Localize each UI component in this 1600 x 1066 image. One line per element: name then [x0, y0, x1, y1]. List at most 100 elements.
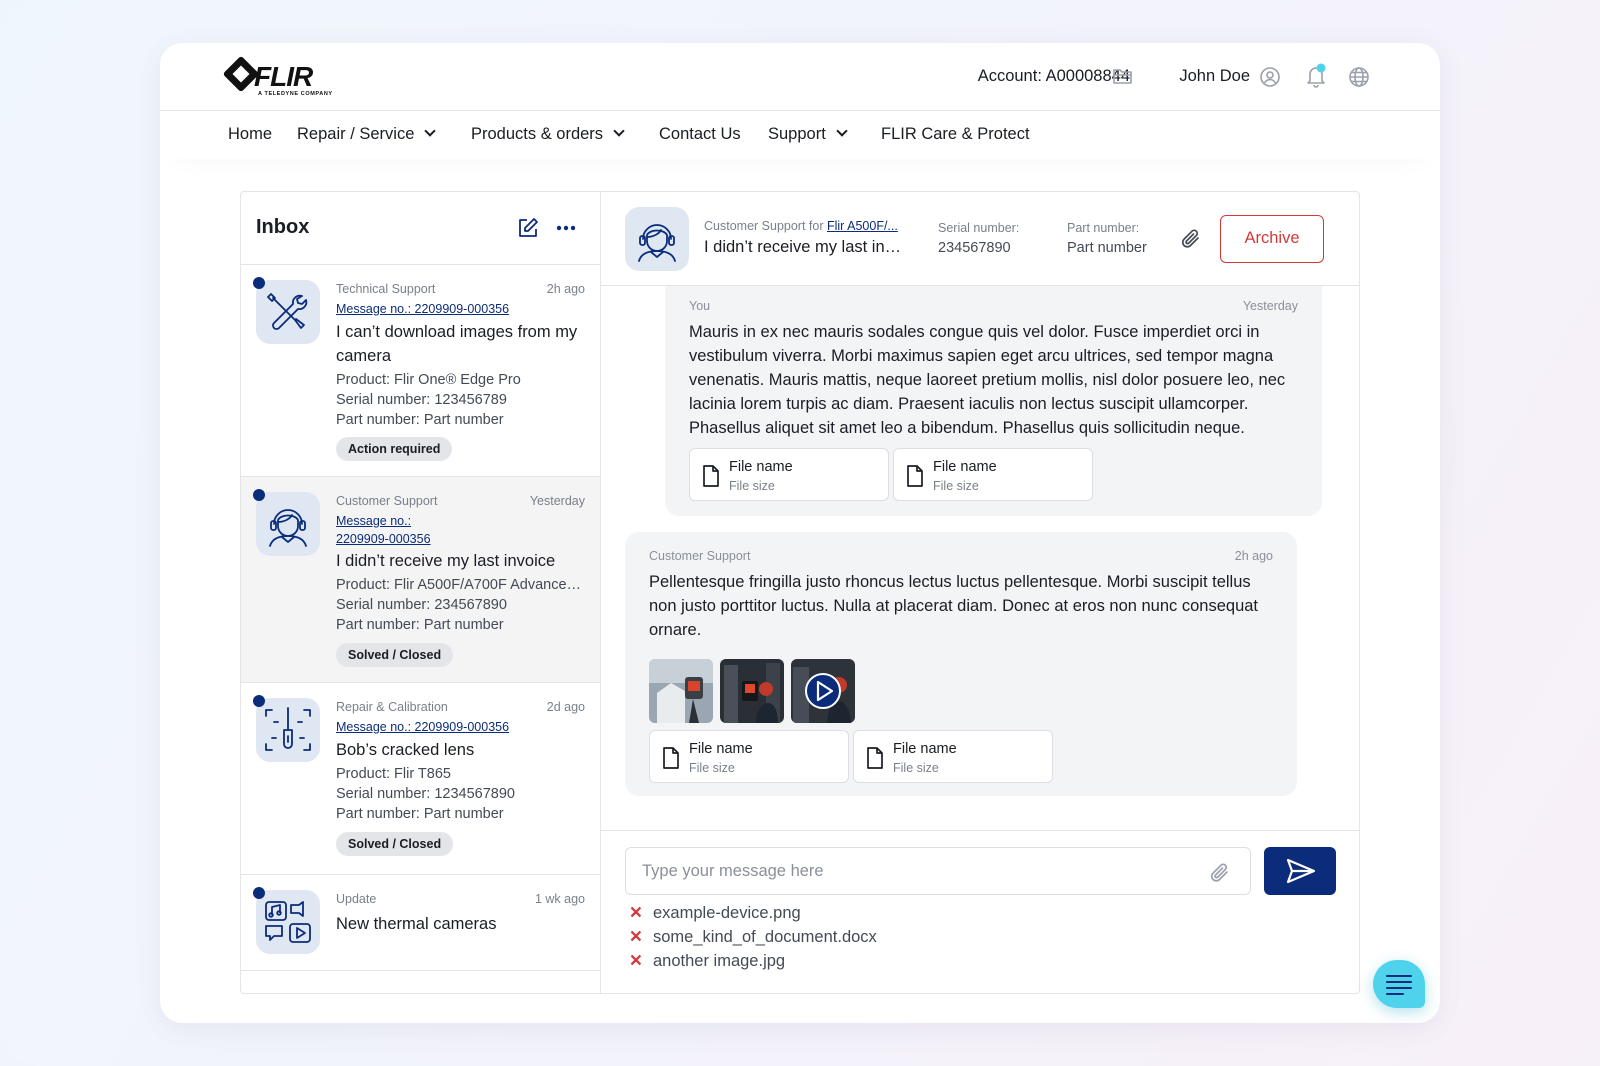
chat-menu-button[interactable]	[1373, 960, 1425, 1008]
nav-home[interactable]: Home	[228, 125, 272, 144]
menu-lines-icon	[1386, 975, 1412, 995]
send-button[interactable]	[1264, 847, 1336, 895]
item-title: Bob’s cracked lens	[336, 741, 475, 759]
item-serial: Serial number: 123456789	[336, 392, 507, 408]
remove-attachment-icon[interactable]: ✕	[629, 950, 643, 972]
file-attachment[interactable]: File name File size	[689, 448, 889, 501]
item-title: I can’t download images from my camera	[336, 323, 578, 365]
file-attachment[interactable]: File name File size	[649, 730, 849, 783]
archive-button[interactable]: Archive	[1220, 215, 1324, 263]
logo-tagline: A TELEDYNE COMPANY	[258, 91, 333, 97]
unread-dot	[253, 887, 265, 899]
conversation-title: I didn’t receive my last invoice	[704, 238, 909, 256]
item-category: Customer Support	[336, 494, 438, 508]
nav-repair-service[interactable]: Repair / Service	[297, 125, 437, 144]
product-link[interactable]: Flir A500F/...	[827, 219, 898, 233]
item-product: Product: Flir A500F/A700F Advanced Smart…	[336, 577, 586, 593]
nav-contact-us[interactable]: Contact Us	[659, 125, 741, 144]
message-number-value: 2209909-000356	[336, 532, 431, 546]
item-title: New thermal cameras	[336, 915, 497, 933]
inbox-item[interactable]: Update 1 wk ago New thermal cameras	[241, 875, 600, 971]
nav-support[interactable]: Support	[768, 125, 848, 144]
notification-bell-icon[interactable]	[1304, 63, 1328, 89]
document-icon	[662, 747, 680, 774]
message-input[interactable]	[625, 847, 1251, 895]
send-icon	[1286, 858, 1316, 884]
remove-attachment-icon[interactable]: ✕	[629, 926, 643, 948]
file-name: File name	[689, 741, 753, 757]
serial-value: 234567890	[938, 240, 1011, 256]
item-serial: Serial number: 1234567890	[336, 786, 515, 802]
inbox-item-selected[interactable]: Customer Support Yesterday Message no.: 2…	[241, 477, 600, 683]
user-name[interactable]: John Doe	[1179, 67, 1250, 86]
message-number-link[interactable]: Message no.: 2209909-000356	[336, 718, 509, 736]
chevron-down-icon	[424, 125, 437, 137]
app-window: FLIR A TELEDYNE COMPANY Account: A000088…	[160, 43, 1440, 1023]
document-icon	[906, 465, 924, 492]
video-thumbnail[interactable]	[791, 659, 855, 723]
conversation-view: Customer Support for Flir A500F/... I di…	[601, 192, 1359, 993]
document-icon	[866, 747, 884, 774]
message-composer: ✕ example-device.png ✕ some_kind_of_docume…	[601, 830, 1359, 993]
user-icon[interactable]	[1259, 66, 1281, 88]
document-icon	[702, 465, 720, 492]
tools-icon	[256, 280, 320, 344]
file-attachment[interactable]: File name File size	[853, 730, 1053, 783]
file-attachment[interactable]: File name File size	[893, 448, 1093, 501]
attachment-item: ✕ another image.jpg	[629, 950, 785, 972]
chevron-down-icon	[613, 125, 625, 137]
item-time: 2d ago	[546, 700, 585, 714]
status-badge: Action required	[336, 437, 453, 461]
nav-flir-care-protect[interactable]: FLIR Care & Protect	[881, 125, 1030, 144]
item-category: Repair & Calibration	[336, 700, 448, 714]
file-name: File name	[893, 741, 957, 757]
message-number-link[interactable]: Message no.: 2209909-000356	[336, 300, 509, 318]
folder-icon[interactable]	[1112, 66, 1134, 86]
inbox-header: Inbox	[241, 192, 601, 265]
message-text: Mauris in ex nec mauris sodales congue q…	[689, 323, 1286, 437]
file-size: File size	[689, 761, 735, 775]
inbox-item[interactable]: Technical Support 2h ago Message no.: 22…	[241, 265, 600, 477]
serial-label: Serial number:	[938, 221, 1020, 235]
globe-icon[interactable]	[1348, 66, 1370, 88]
message-number-link[interactable]: Message no.: 2209909-000356	[336, 512, 431, 548]
flir-logo[interactable]: FLIR A TELEDYNE COMPANY	[222, 55, 340, 99]
more-options-icon[interactable]	[556, 225, 576, 231]
attachment-item: ✕ example-device.png	[629, 902, 801, 924]
message-bubble-received: Customer Support 2h ago Pellentesque fri…	[625, 532, 1297, 796]
conversation-header: Customer Support for Flir A500F/... I di…	[601, 192, 1359, 286]
item-product: Product: Flir One® Edge Pro	[336, 372, 521, 388]
attachment-name: another image.jpg	[653, 952, 786, 970]
unread-dot	[253, 695, 265, 707]
paperclip-icon[interactable]	[1180, 227, 1202, 251]
conversation-context: Customer Support for Flir A500F/...	[704, 219, 898, 233]
nav-label: Contact Us	[659, 125, 741, 143]
item-category: Technical Support	[336, 282, 436, 296]
compose-icon[interactable]	[517, 217, 539, 239]
message-time: 2h ago	[1234, 549, 1273, 563]
item-time: 2h ago	[546, 282, 585, 296]
logo-wordmark: FLIR	[254, 61, 313, 92]
image-thumbnail[interactable]	[649, 659, 713, 723]
message-number-label: Message no.:	[336, 514, 412, 528]
unread-dot	[253, 489, 265, 501]
message-sender: You	[689, 299, 711, 313]
file-name: File name	[729, 459, 793, 475]
main-nav: Home Repair / Service Products & orders …	[160, 111, 1440, 159]
inbox-list: Inbox Technical Support 2h ago Message n…	[241, 192, 601, 993]
nav-label: Home	[228, 125, 273, 143]
item-category: Update	[336, 892, 377, 906]
unread-dot	[253, 277, 265, 289]
nav-label: Repair / Service	[297, 125, 415, 143]
attach-file-icon[interactable]	[1209, 861, 1231, 885]
context-label: Customer Support for	[704, 219, 824, 233]
file-name: File name	[933, 459, 997, 475]
nav-products-orders[interactable]: Products & orders	[471, 125, 625, 144]
part-value: Part number	[1067, 240, 1147, 256]
message-time: Yesterday	[1242, 299, 1298, 313]
remove-attachment-icon[interactable]: ✕	[629, 902, 643, 924]
image-thumbnail[interactable]	[720, 659, 784, 723]
nav-label: FLIR Care & Protect	[881, 125, 1030, 143]
file-size: File size	[729, 479, 775, 493]
inbox-item[interactable]: Repair & Calibration 2d ago Message no.:…	[241, 683, 600, 875]
